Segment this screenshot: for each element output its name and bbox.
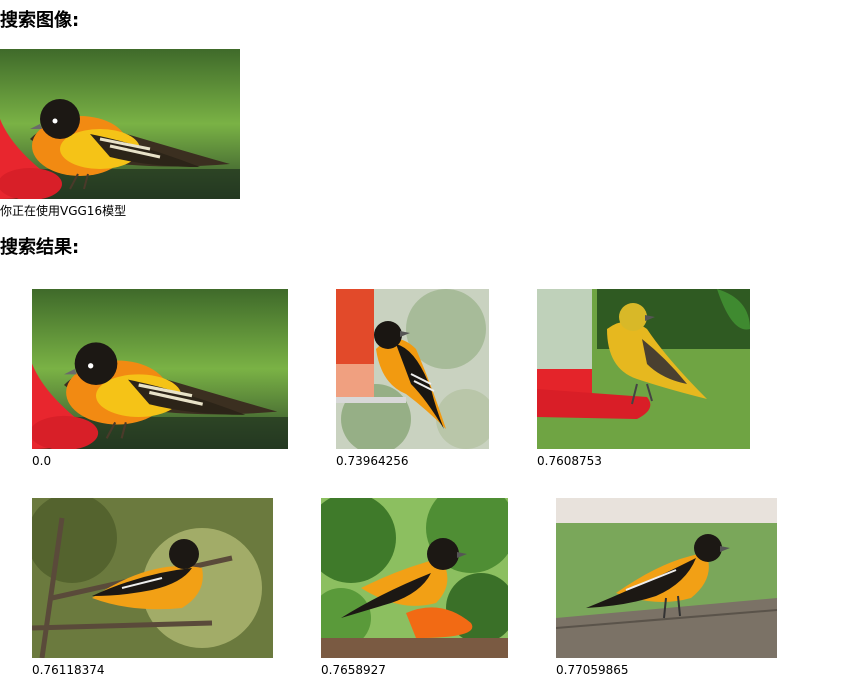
result-score: 0.76118374 — [32, 663, 105, 677]
result-score: 0.73964256 — [336, 454, 409, 468]
result-score: 0.7608753 — [537, 454, 602, 468]
query-image — [0, 49, 240, 199]
model-note: 你正在使用VGG16模型 — [0, 204, 127, 218]
results-heading: 搜索结果: — [0, 237, 80, 258]
result-score: 0.7658927 — [321, 663, 386, 677]
result-image — [336, 289, 489, 449]
query-heading: 搜索图像: — [0, 10, 80, 31]
result-image — [32, 498, 273, 658]
result-score: 0.77059865 — [556, 663, 629, 677]
result-image — [537, 289, 750, 449]
result-image — [321, 498, 508, 658]
result-image — [32, 289, 288, 449]
result-image — [556, 498, 777, 658]
result-score: 0.0 — [32, 454, 52, 468]
